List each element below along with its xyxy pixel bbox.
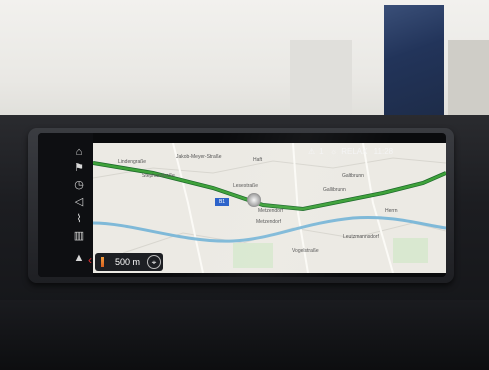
place-label: Stephanstraße [142,173,175,179]
park-area [233,243,273,268]
place-label: Jakob-Meyer-Straße [176,154,222,160]
mode-icon: ☼ [329,147,338,156]
clock-icon[interactable]: ◷ [72,178,86,192]
connected-icon[interactable]: ⌇ [72,212,86,226]
wall-poster [384,5,444,125]
scale-value: 500 m [115,257,141,267]
road-number-badge: B1 [215,198,229,206]
speaker-icon[interactable]: ◁ [72,195,86,209]
map-book-icon[interactable]: ▥ [72,229,86,243]
vehicle-position-icon [247,193,261,207]
compass-icon[interactable]: ⌖ [147,255,161,269]
nav-sidebar: ⌂ ⚑ ◷ ◁ ⌇ ▥ ▲ [38,133,93,277]
drive-mode: RELAX [341,147,368,156]
park-area [393,238,428,263]
infotainment-screen: ⌂ ⚑ ◷ ◁ ⌇ ▥ ▲ Jakob-Meyer-Straße Lindeng… [38,133,446,277]
place-label: Gallibrunn [323,187,346,193]
place-label: Herrn [385,208,398,214]
place-label: Haft [253,157,263,163]
home-icon[interactable]: ⌂ [72,145,86,159]
clock-time: 11:28 [373,147,394,156]
zoom-bar-icon [101,257,104,267]
place-label: Leutzmannsdorf [343,234,379,240]
flag-icon[interactable]: ⚑ [72,161,86,175]
place-label: Metzendorf [258,208,284,214]
alert-count: 1 [319,147,324,156]
dashboard-vent [0,300,489,370]
photo-scene: ⌂ ⚑ ◷ ◁ ⌇ ▥ ▲ Jakob-Meyer-Straße Lindeng… [0,0,489,370]
place-label: Galtbrunn [342,173,364,179]
place-label: Metzendorf [256,219,282,225]
place-label: Lindengraße [118,159,147,165]
place-label: Lesestraße [233,183,259,189]
status-bar: ⚠ 1 ☼ RELAX 11:28 [308,145,446,159]
navigation-arrow-icon[interactable]: ▲ [72,251,86,265]
scale-control[interactable]: 500 m ⌖ [95,253,163,271]
warning-icon: ⚠ [308,147,316,156]
place-label: Vogelstraße [292,248,319,254]
wall-panel [290,40,352,120]
